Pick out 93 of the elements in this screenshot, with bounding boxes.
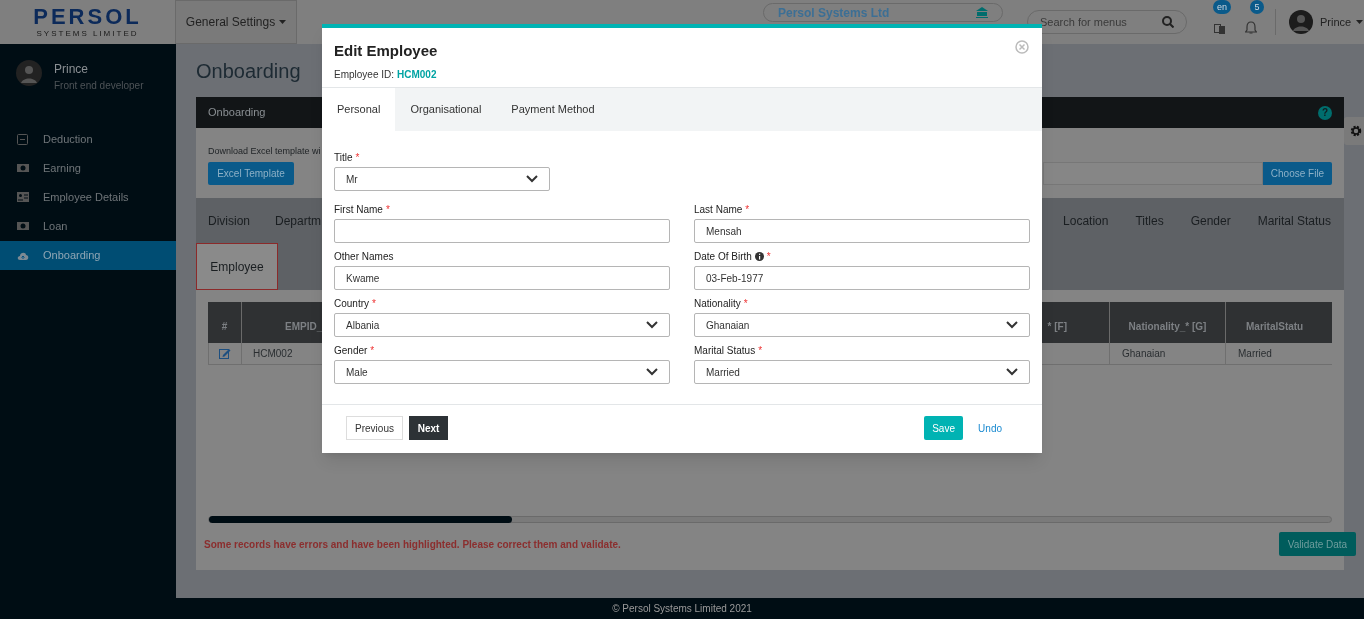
input-field[interactable]: Mensah — [694, 219, 1030, 243]
sidebar-item[interactable]: Onboarding — [0, 241, 176, 270]
dialog-tab[interactable]: Personal — [322, 88, 396, 131]
excel-template-button[interactable]: Excel Template — [208, 162, 294, 185]
field-label: Other Names — [334, 249, 394, 264]
money-icon — [17, 221, 29, 232]
sidebar-item[interactable]: Deduction — [0, 125, 176, 154]
field-label: Date Of Birth — [694, 249, 752, 264]
help-icon[interactable]: ? — [1318, 105, 1332, 120]
table-cell-text: Married — [1237, 347, 1273, 361]
sheet-tab[interactable]: Location — [1063, 211, 1109, 230]
scrollbar-thumb[interactable] — [209, 516, 512, 523]
save-button[interactable]: Save — [924, 416, 964, 440]
column-header: Nationality_* [G] — [1110, 302, 1226, 343]
card-title: Onboarding — [208, 105, 266, 121]
notification-badge: 5 — [1250, 0, 1264, 14]
field-label: Title — [334, 150, 353, 165]
validate-data-button[interactable]: Validate Data — [1279, 532, 1356, 556]
error-message: Some records have errors and have been highlighted. Please correct them and validate. — [204, 537, 621, 552]
close-icon[interactable] — [1015, 40, 1029, 54]
caret-icon — [1006, 321, 1018, 329]
employee-id-value: HCM002 — [397, 67, 437, 82]
bank-icon — [976, 7, 988, 18]
sheet-tab[interactable]: Division — [208, 211, 250, 230]
employee-id-label: Employee ID: — [334, 67, 395, 82]
sheet-tab[interactable]: Titles — [1135, 211, 1164, 230]
select-field[interactable]: Mr — [334, 167, 550, 191]
sheet-tab[interactable]: Departm — [275, 211, 322, 230]
dialog-title: Edit Employee — [334, 41, 438, 61]
money-icon — [17, 163, 29, 174]
avatar-icon[interactable] — [1289, 10, 1313, 34]
sheet-tab[interactable]: Gender — [1190, 211, 1231, 230]
cloud-upload-icon — [17, 250, 29, 261]
user-name: Prince — [54, 61, 89, 78]
instruction-text: Download Excel template wi — [208, 144, 321, 158]
undo-link[interactable]: Undo — [970, 416, 1010, 440]
previous-button[interactable]: Previous — [346, 416, 403, 440]
field-label: First Name — [334, 202, 383, 217]
dialog-tab[interactable]: Organisational — [395, 88, 497, 131]
copyright-text: © Persol Systems Limited 2021 — [612, 602, 752, 616]
required-mark: * — [385, 202, 390, 217]
table-cell-text: HCM002 — [253, 347, 293, 361]
settings-tab[interactable] — [1344, 117, 1364, 145]
caret-icon — [526, 175, 538, 183]
page-title: Onboarding — [196, 58, 301, 84]
settings-icon — [1350, 125, 1362, 137]
select-field[interactable]: Married — [694, 360, 1030, 384]
input-field[interactable]: 03-Feb-1977 — [694, 266, 1030, 290]
next-button[interactable]: Next — [409, 416, 448, 440]
required-mark: * — [370, 343, 375, 358]
bell-icon[interactable] — [1245, 21, 1257, 34]
choose-file-button[interactable]: Choose File — [1263, 162, 1332, 185]
sheet-subtab[interactable]: Employee — [196, 243, 278, 290]
column-header: # — [208, 302, 242, 343]
general-settings-menu[interactable]: General Settings — [175, 0, 297, 44]
required-mark: * — [758, 343, 763, 358]
user-menu[interactable]: Prince — [1320, 13, 1364, 31]
minus-box-icon — [17, 134, 29, 145]
sidebar-item[interactable]: Employee Details — [0, 183, 176, 212]
required-mark: * — [355, 150, 360, 165]
table-cell: Ghanaian — [1110, 343, 1226, 364]
horizontal-scrollbar[interactable] — [208, 516, 1332, 523]
caret-icon — [1006, 368, 1018, 376]
dialog-tab[interactable]: Payment Method — [496, 88, 610, 131]
sidebar-item[interactable]: Loan — [0, 212, 176, 241]
id-card-icon — [17, 192, 29, 203]
search-icon — [1162, 16, 1174, 28]
input-field[interactable]: Kwame — [334, 266, 670, 290]
logo-text: PERSOL — [33, 6, 142, 28]
caret-icon — [646, 321, 658, 329]
column-header: MaritalStatu — [1226, 302, 1332, 343]
info-icon — [754, 251, 764, 261]
required-mark: * — [766, 249, 771, 264]
avatar-icon — [16, 60, 42, 86]
field-label: Gender — [334, 343, 368, 358]
caret-icon — [646, 368, 658, 376]
user-role: Front end developer — [54, 79, 144, 93]
edit-icon[interactable] — [219, 348, 231, 359]
caret-icon — [1356, 20, 1364, 24]
caret-icon — [279, 20, 287, 24]
select-field[interactable]: Albania — [334, 313, 670, 337]
field-label: Marital Status — [694, 343, 756, 358]
language-icon[interactable] — [1214, 24, 1226, 34]
logo-tagline: SYSTEMS LIMITED — [36, 30, 139, 38]
select-field[interactable]: Male — [334, 360, 670, 384]
sidebar-item[interactable]: Earning — [0, 154, 176, 183]
select-field[interactable]: Ghanaian — [694, 313, 1030, 337]
file-input-field[interactable] — [1043, 162, 1263, 185]
field-label: Last Name — [694, 202, 743, 217]
sheet-tab[interactable]: Marital Status — [1257, 211, 1332, 230]
language-badge: en — [1213, 0, 1231, 14]
required-mark: * — [745, 202, 750, 217]
input-field[interactable] — [334, 219, 670, 243]
